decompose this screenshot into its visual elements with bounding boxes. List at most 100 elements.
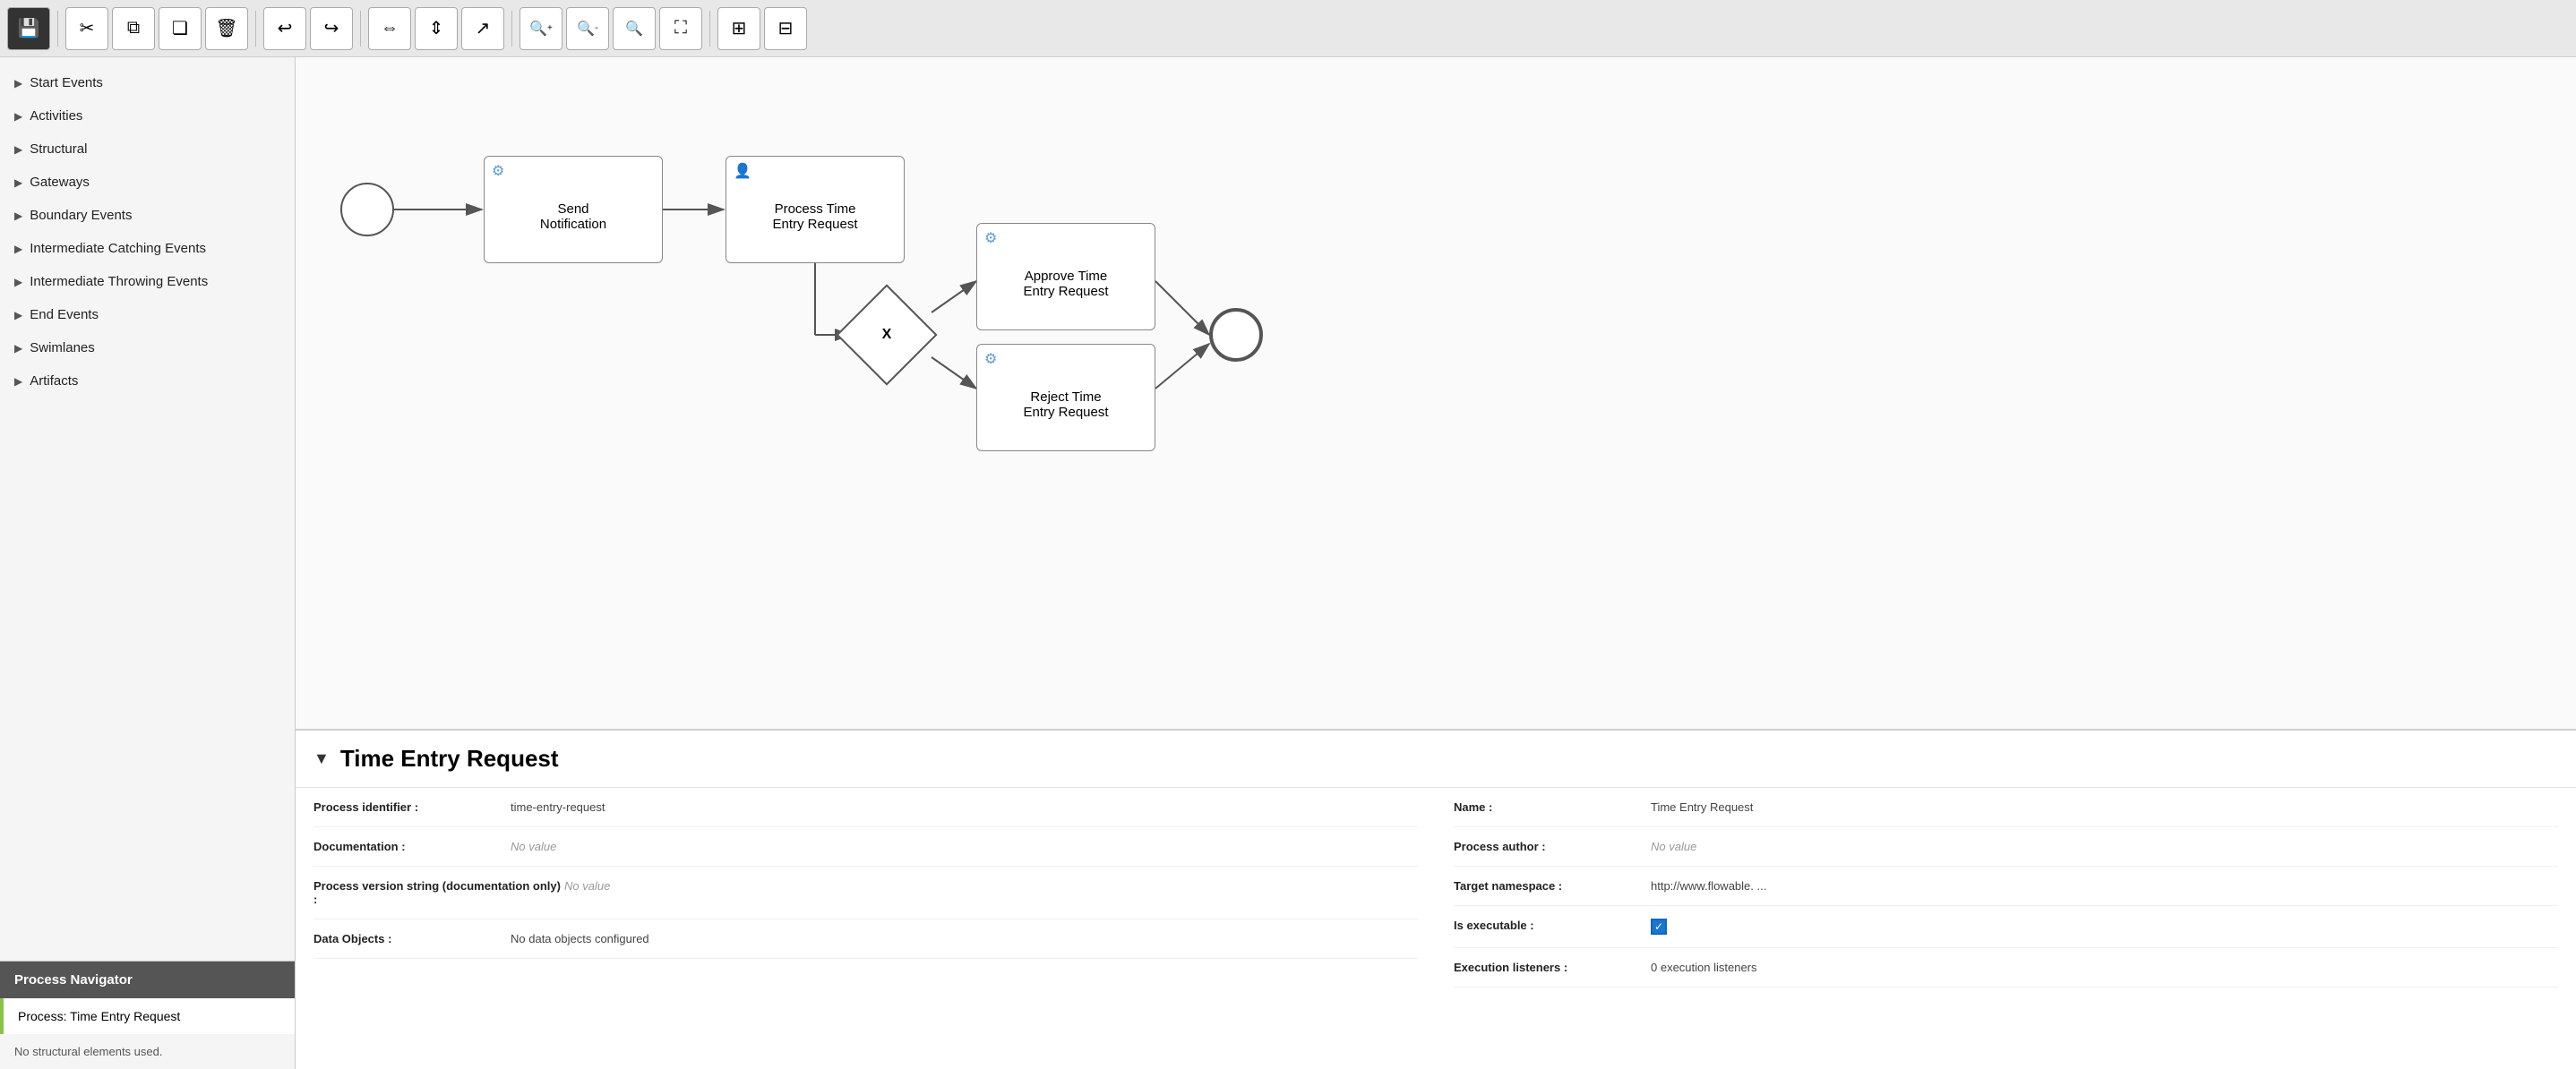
sidebar-item-swimlanes[interactable]: ▶ Swimlanes (0, 331, 295, 364)
prop-label-name: Name : (1454, 800, 1651, 814)
sidebar-item-structural[interactable]: ▶ Structural (0, 133, 295, 166)
end-event[interactable] (1209, 308, 1263, 362)
prop-row-process-author: Process author : No value (1454, 827, 2558, 867)
prop-value-documentation: No value (511, 840, 1418, 853)
gear-icon-reject: ⚙ (984, 350, 997, 368)
prop-row-documentation: Documentation : No value (313, 827, 1418, 867)
gear-icon-send: ⚙ (492, 162, 504, 180)
prop-label-execution-listeners: Execution listeners : (1454, 961, 1651, 974)
sidebar-item-artifacts[interactable]: ▶ Artifacts (0, 364, 295, 398)
sidebar-item-label-gateways: Gateways (30, 175, 90, 190)
sidebar-item-label-intermediate-throwing: Intermediate Throwing Events (30, 274, 208, 289)
prop-row-is-executable: Is executable : ✓ (1454, 906, 2558, 948)
prop-row-process-identifier: Process identifier : time-entry-request (313, 788, 1418, 827)
task-process-time-entry[interactable]: 👤 Process TimeEntry Request (726, 156, 905, 263)
process-navigator-item[interactable]: Process: Time Entry Request (0, 998, 295, 1034)
boundary-events-arrow: ▶ (14, 210, 22, 222)
properties-panel: ▼ Time Entry Request Process identifier … (296, 729, 2576, 1069)
prop-value-name: Time Entry Request (1651, 800, 2558, 814)
intermediate-catching-arrow: ▶ (14, 243, 22, 255)
delete-button[interactable]: 🗑 (205, 7, 248, 50)
end-events-arrow: ▶ (14, 309, 22, 321)
prop-row-name: Name : Time Entry Request (1454, 788, 2558, 827)
zoom-fit-button[interactable]: 🔍 (613, 7, 656, 50)
task-reject-time-entry-label: Reject TimeEntry Request (1023, 389, 1108, 420)
structural-arrow: ▶ (14, 143, 22, 156)
start-event[interactable] (340, 183, 394, 236)
gear-icon-approve: ⚙ (984, 229, 997, 247)
paste-button[interactable]: ❏ (159, 7, 202, 50)
prop-value-data-objects: No data objects configured (511, 932, 1418, 945)
sidebar-item-end-events[interactable]: ▶ End Events (0, 298, 295, 331)
sidebar-item-gateways[interactable]: ▶ Gateways (0, 166, 295, 199)
layout1-button[interactable]: ⊞ (717, 7, 760, 50)
sidebar-item-boundary-events[interactable]: ▶ Boundary Events (0, 199, 295, 232)
sidebar-item-label-swimlanes: Swimlanes (30, 340, 95, 355)
toolbar: 💾 ✂ ⧉ ❏ 🗑 ↩ ↪ ⇔ ⇕ ↗ 🔍+ 🔍- 🔍 ⛶ ⊞ ⊟ (0, 0, 2576, 57)
redo-button[interactable]: ↪ (310, 7, 353, 50)
prop-value-process-version: No value (564, 879, 1418, 893)
main-layout: ▶ Start Events ▶ Activities ▶ Structural… (0, 57, 2576, 1069)
task-reject-time-entry[interactable]: ⚙ Reject TimeEntry Request (976, 344, 1155, 451)
swimlanes-arrow: ▶ (14, 342, 22, 355)
task-approve-time-entry[interactable]: ⚙ Approve TimeEntry Request (976, 223, 1155, 330)
arrows-svg (296, 57, 1370, 594)
sidebar-item-intermediate-throwing[interactable]: ▶ Intermediate Throwing Events (0, 265, 295, 298)
task-send-notification-label: SendNotification (540, 201, 606, 232)
start-events-arrow: ▶ (14, 77, 22, 90)
prop-value-process-author: No value (1651, 840, 2558, 853)
sidebar-item-intermediate-catching[interactable]: ▶ Intermediate Catching Events (0, 232, 295, 265)
undo-button[interactable]: ↩ (263, 7, 306, 50)
properties-left-col: Process identifier : time-entry-request … (296, 788, 1436, 988)
align-h-button[interactable]: ⇔ (368, 7, 411, 50)
prop-value-process-identifier: time-entry-request (511, 800, 1418, 814)
connect-button[interactable]: ↗ (461, 7, 504, 50)
sidebar-item-label-artifacts: Artifacts (30, 373, 78, 389)
process-navigator: Process Navigator Process: Time Entry Re… (0, 961, 295, 1069)
layout2-button[interactable]: ⊟ (764, 7, 807, 50)
collapse-arrow[interactable]: ▼ (313, 749, 330, 768)
intermediate-throwing-arrow: ▶ (14, 276, 22, 288)
prop-row-execution-listeners: Execution listeners : 0 execution listen… (1454, 948, 2558, 988)
sidebar-item-label-structural: Structural (30, 141, 87, 157)
cut-button[interactable]: ✂ (65, 7, 108, 50)
prop-value-is-executable: ✓ (1651, 919, 2558, 935)
prop-value-target-namespace: http://www.flowable. ... (1651, 879, 2558, 893)
prop-label-documentation: Documentation : (313, 840, 511, 853)
prop-row-target-namespace: Target namespace : http://www.flowable. … (1454, 867, 2558, 906)
prop-label-is-executable: Is executable : (1454, 919, 1651, 932)
process-navigator-header: Process Navigator (0, 962, 295, 998)
sidebar-item-label-start-events: Start Events (30, 75, 103, 90)
toolbar-separator-5 (709, 11, 710, 47)
zoom-in-button[interactable]: 🔍+ (519, 7, 562, 50)
task-send-notification[interactable]: ⚙ SendNotification (484, 156, 663, 263)
toolbar-separator-2 (255, 11, 256, 47)
sidebar-nav: ▶ Start Events ▶ Activities ▶ Structural… (0, 57, 295, 961)
prop-label-process-identifier: Process identifier : (313, 800, 511, 814)
sidebar-item-start-events[interactable]: ▶ Start Events (0, 66, 295, 99)
toolbar-separator-3 (360, 11, 361, 47)
save-button[interactable]: 💾 (7, 7, 50, 50)
prop-label-process-author: Process author : (1454, 840, 1651, 853)
person-icon-process: 👤 (734, 162, 751, 180)
artifacts-arrow: ▶ (14, 375, 22, 388)
sidebar-item-label-boundary-events: Boundary Events (30, 208, 132, 223)
diagram-canvas[interactable]: ⚙ SendNotification 👤 Process TimeEntry R… (296, 57, 2576, 729)
prop-label-data-objects: Data Objects : (313, 932, 511, 945)
zoom-out-button[interactable]: 🔍- (566, 7, 609, 50)
toolbar-separator-4 (511, 11, 512, 47)
process-navigator-note: No structural elements used. (0, 1034, 295, 1069)
prop-row-process-version: Process version string (documentation on… (313, 867, 1418, 919)
properties-right-col: Name : Time Entry Request Process author… (1436, 788, 2576, 988)
properties-title-text: Time Entry Request (340, 745, 559, 773)
fullscreen-button[interactable]: ⛶ (659, 7, 702, 50)
copy-button[interactable]: ⧉ (112, 7, 155, 50)
gateway-diamond (836, 284, 937, 385)
is-executable-checkbox[interactable]: ✓ (1651, 919, 1667, 935)
sidebar-item-activities[interactable]: ▶ Activities (0, 99, 295, 133)
sidebar-item-label-intermediate-catching: Intermediate Catching Events (30, 241, 206, 256)
task-process-time-entry-label: Process TimeEntry Request (772, 201, 857, 232)
prop-label-process-version: Process version string (documentation on… (313, 879, 564, 906)
align-v-button[interactable]: ⇕ (415, 7, 458, 50)
gateway-container[interactable]: X (851, 299, 923, 371)
